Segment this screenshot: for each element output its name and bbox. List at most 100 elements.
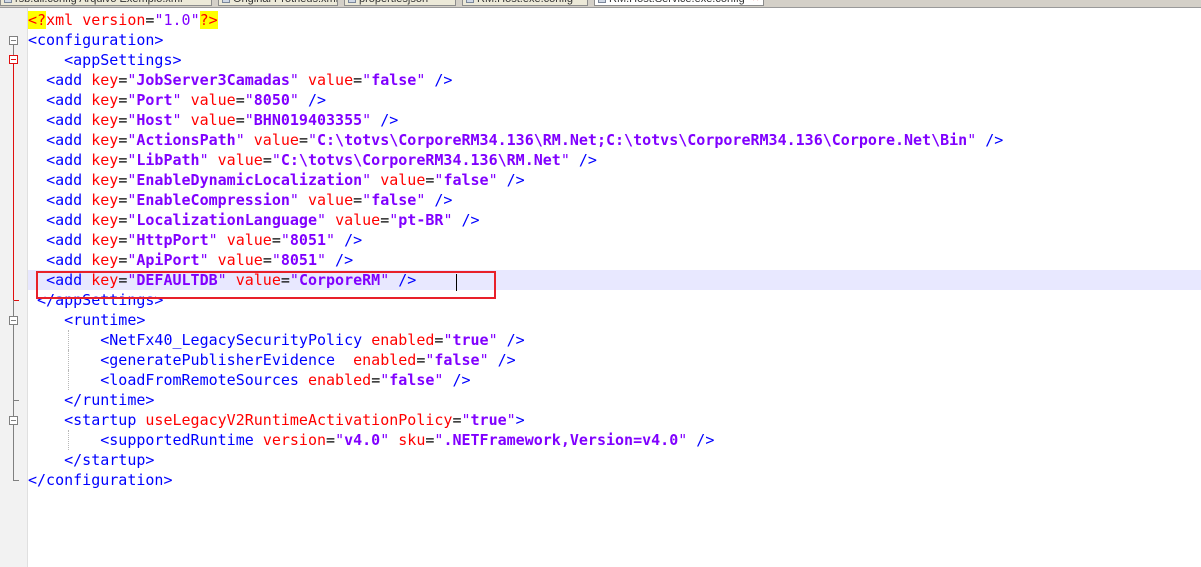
- document-tab[interactable]: RM.Host.Service.exe.config ✕: [594, 0, 764, 6]
- tag-close: />: [425, 71, 453, 89]
- equals: =: [118, 131, 128, 149]
- attribute-name: value: [217, 251, 263, 269]
- tag-open: <: [100, 331, 110, 349]
- quote: ": [362, 111, 372, 129]
- code-line[interactable]: <add key="JobServer3Camadas" value="fals…: [28, 70, 1201, 90]
- code-line[interactable]: <add key="EnableCompression" value="fals…: [28, 190, 1201, 210]
- setting-key: EnableCompression: [136, 191, 290, 209]
- code-line[interactable]: <add key="Port" value="8050" />: [28, 90, 1201, 110]
- equals: =: [353, 71, 363, 89]
- equals: =: [118, 151, 128, 169]
- quote: ": [479, 351, 489, 369]
- close-icon[interactable]: ✕: [752, 0, 761, 3]
- fold-runtime-icon[interactable]: [9, 316, 18, 325]
- code-line[interactable]: <NetFx40_LegacySecurityPolicy enabled="t…: [28, 330, 1201, 350]
- tag-open: <: [100, 351, 110, 369]
- document-tab[interactable]: RM.Host.exe.config: [462, 0, 588, 6]
- code-line[interactable]: <generatePublisherEvidence enabled="fals…: [28, 350, 1201, 370]
- quote: ": [380, 371, 390, 389]
- quote: ": [317, 251, 327, 269]
- attribute-value: v4.0: [344, 431, 381, 449]
- attribute-name: useLegacyV2RuntimeActivationPolicy: [145, 411, 453, 429]
- fold-line: [13, 425, 14, 480]
- code-line[interactable]: <?xml version="1.0"?>: [28, 10, 1201, 30]
- attribute-value: false: [434, 351, 480, 369]
- setting-value: 8050: [253, 91, 290, 109]
- code-line[interactable]: <add key="ActionsPath" value="C:\totvs\C…: [28, 130, 1201, 150]
- attribute-name: enabled: [307, 371, 372, 389]
- equals: =: [118, 191, 128, 209]
- attribute-name: value: [226, 231, 272, 249]
- attribute-name: key: [91, 151, 119, 169]
- fold-configuration-icon[interactable]: [9, 36, 18, 45]
- equals: =: [235, 111, 245, 129]
- xml-tag: <runtime>: [64, 311, 146, 329]
- attribute-name: key: [91, 91, 119, 109]
- setting-value: 8051: [280, 251, 317, 269]
- document-tab[interactable]: Original Protheus.xml: [218, 0, 338, 6]
- equals: =: [262, 151, 272, 169]
- quote: ": [362, 171, 372, 189]
- quote: ": [678, 431, 688, 449]
- quote: ": [380, 431, 390, 449]
- code-line[interactable]: <add key="ApiPort" value="8051" />: [28, 250, 1201, 270]
- attribute-name: value: [380, 171, 426, 189]
- code-line[interactable]: <runtime>: [28, 310, 1201, 330]
- quote: ": [362, 191, 372, 209]
- code-line[interactable]: <startup useLegacyV2RuntimeActivationPol…: [28, 410, 1201, 430]
- document-tab[interactable]: rsb.dll.config Arquivo Exemplo.xml: [0, 0, 212, 6]
- quote: ": [244, 111, 254, 129]
- quote: ": [172, 111, 182, 129]
- attribute-value: false: [389, 371, 435, 389]
- quote: ": [199, 251, 209, 269]
- element-name: startup: [73, 411, 137, 429]
- code-line[interactable]: <appSettings>: [28, 50, 1201, 70]
- code-line[interactable]: <add key="LibPath" value="C:\totvs\Corpo…: [28, 150, 1201, 170]
- code-line[interactable]: </configuration>: [28, 470, 1201, 490]
- fold-line: [13, 45, 14, 55]
- setting-value: BHN019403355: [253, 111, 363, 129]
- code-line[interactable]: </runtime>: [28, 390, 1201, 410]
- code-line[interactable]: <configuration>: [28, 30, 1201, 50]
- equals: =: [380, 211, 390, 229]
- code-line[interactable]: <add key="EnableDynamicLocalization" val…: [28, 170, 1201, 190]
- code-line[interactable]: <add key="HttpPort" value="8051" />: [28, 230, 1201, 250]
- code-line[interactable]: </startup>: [28, 450, 1201, 470]
- tag-close: />: [687, 431, 715, 449]
- code-line[interactable]: <supportedRuntime version="v4.0" sku=".N…: [28, 430, 1201, 450]
- tab-label: rsb.dll.config Arquivo Exemplo.xml: [15, 0, 183, 5]
- fold-startup-icon[interactable]: [9, 416, 18, 425]
- tag-close: />: [497, 331, 525, 349]
- tab-label: propertiesjson: [359, 0, 428, 5]
- setting-key: EnableDynamicLocalization: [136, 171, 363, 189]
- equals: =: [118, 231, 128, 249]
- tag-open: <add: [46, 251, 92, 269]
- code-line[interactable]: <loadFromRemoteSources enabled="false" /…: [28, 370, 1201, 390]
- setting-key: JobServer3Camadas: [136, 71, 290, 89]
- fold-appsettings-icon[interactable]: [9, 55, 18, 64]
- attribute-name: value: [335, 211, 381, 229]
- highlight-annotation-box: [36, 271, 496, 299]
- element-name: loadFromRemoteSources: [109, 371, 299, 389]
- fold-margin: [0, 8, 28, 567]
- xml-tag: </configuration>: [28, 471, 173, 489]
- tag-close: />: [443, 371, 471, 389]
- quote: ": [506, 411, 516, 429]
- code-line[interactable]: <add key="Host" value="BHN019403355" />: [28, 110, 1201, 130]
- code-line[interactable]: <add key="LocalizationLanguage" value="p…: [28, 210, 1201, 230]
- equals: =: [326, 431, 336, 449]
- document-tab[interactable]: propertiesjson: [344, 0, 456, 6]
- attribute-name: enabled: [353, 351, 417, 369]
